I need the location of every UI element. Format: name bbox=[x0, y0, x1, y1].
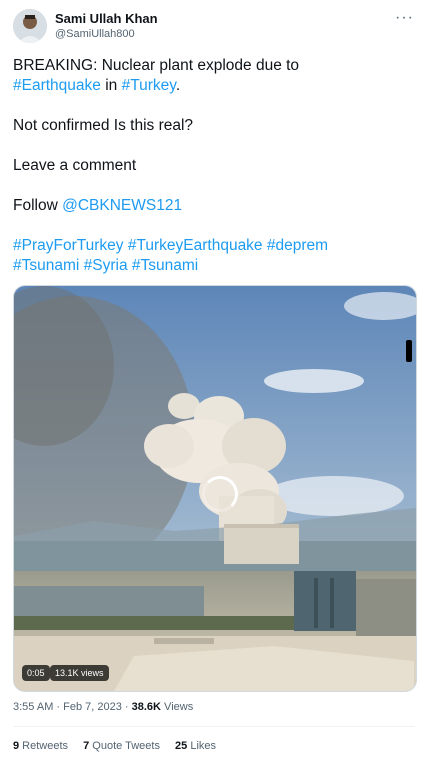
post-line-3: Not confirmed Is this real? bbox=[13, 117, 194, 134]
author-name[interactable]: Sami Ullah Khan bbox=[55, 11, 158, 26]
retweets-stat[interactable]: 9 Retweets bbox=[13, 740, 68, 752]
post-line-5: Follow @CBKNEWS121 bbox=[13, 196, 182, 216]
mention-link[interactable]: @CBKNEWS121 bbox=[62, 197, 182, 214]
hashtag-link[interactable]: #Turkey bbox=[122, 77, 176, 94]
hashtag-link[interactable]: #Earthquake bbox=[13, 77, 101, 94]
post-line-2: #Earthquake in #Turkey. bbox=[13, 76, 180, 96]
separator: · bbox=[121, 701, 132, 713]
views-label: Views bbox=[161, 701, 194, 713]
engagement-stats: 9 Retweets 7 Quote Tweets 25 Likes bbox=[13, 740, 228, 752]
hashtag-link[interactable]: #TurkeyEarthquake bbox=[128, 237, 263, 254]
loading-spinner-icon bbox=[202, 476, 238, 512]
post-time[interactable]: 3:55 AM bbox=[13, 701, 53, 713]
hashtag-link[interactable]: #Tsunami bbox=[132, 257, 198, 274]
video-views-badge: 13.1K views bbox=[50, 665, 109, 681]
post-text: . bbox=[175, 77, 181, 94]
video-duration-badge: 0:05 bbox=[22, 665, 50, 681]
hashtag-link[interactable]: #deprem bbox=[267, 237, 328, 254]
divider bbox=[13, 726, 415, 727]
hashtag-row-2: #Tsunami #Syria #Tsunami bbox=[13, 256, 198, 276]
post-line-1: BREAKING: Nuclear plant explode due to bbox=[13, 57, 300, 74]
quotes-label: Quote Tweets bbox=[89, 740, 160, 752]
tweet: Sami Ullah Khan @SamiUllah800 ··· BREAKI… bbox=[0, 0, 428, 761]
avatar-image bbox=[13, 9, 47, 43]
avatar[interactable] bbox=[13, 9, 47, 43]
retweets-label: Retweets bbox=[19, 740, 69, 752]
more-horizontal-icon[interactable]: ··· bbox=[395, 9, 414, 27]
hashtag-link[interactable]: #PrayForTurkey bbox=[13, 237, 124, 254]
hashtag-link[interactable]: #Syria bbox=[84, 257, 128, 274]
author-handle[interactable]: @SamiUllah800 bbox=[55, 28, 135, 40]
quotes-stat[interactable]: 7 Quote Tweets bbox=[83, 740, 160, 752]
video-player[interactable]: 0:05 13.1K views bbox=[13, 285, 417, 692]
volume-icon[interactable] bbox=[406, 340, 412, 362]
tweet-meta: 3:55 AM · Feb 7, 2023 · 38.6K Views bbox=[13, 701, 193, 713]
hashtag-row-1: #PrayForTurkey #TurkeyEarthquake #deprem bbox=[13, 236, 328, 256]
views-count: 38.6K bbox=[131, 701, 161, 713]
post-line-4: Leave a comment bbox=[13, 157, 137, 174]
likes-label: Likes bbox=[187, 740, 217, 752]
post-text: Follow bbox=[13, 197, 63, 214]
likes-stat[interactable]: 25 Likes bbox=[175, 740, 216, 752]
hashtag-link[interactable]: #Tsunami bbox=[13, 257, 79, 274]
likes-count: 25 bbox=[175, 740, 188, 752]
separator: · bbox=[53, 701, 64, 713]
post-date[interactable]: Feb 7, 2023 bbox=[63, 701, 122, 713]
post-text: in bbox=[100, 77, 122, 94]
